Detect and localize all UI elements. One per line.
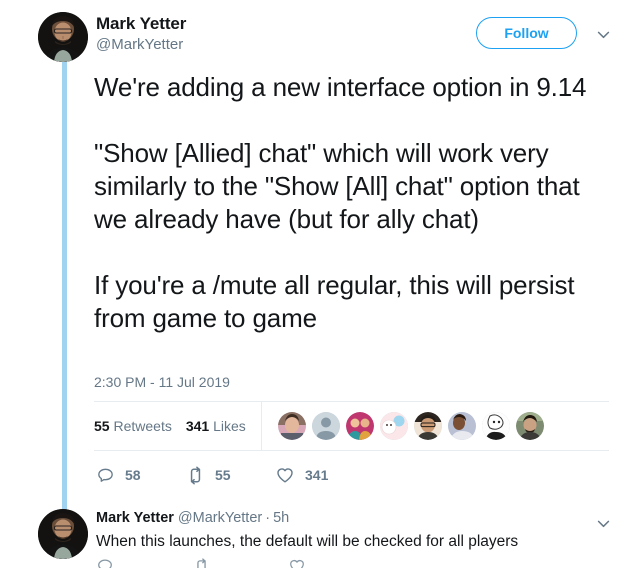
- reply-tweet: Mark Yetter @MarkYetter · 5h When this laun…: [0, 497, 633, 568]
- reply-author-line: Mark Yetter @MarkYetter · 5h: [96, 509, 289, 528]
- reply-relative-time: 5h: [273, 510, 290, 526]
- facepile-avatar[interactable]: [482, 412, 510, 440]
- reply-bubble-icon: [94, 464, 116, 486]
- reply-button[interactable]: 58: [94, 464, 184, 486]
- facepile-avatar[interactable]: [448, 412, 476, 440]
- tweet-detail-page: Mark Yetter @MarkYetter Follow We're add…: [0, 0, 633, 568]
- reply-chevron-down-icon[interactable]: [591, 511, 615, 535]
- reply-chevron-down-glyph: [597, 520, 609, 527]
- avatar-image: [38, 12, 88, 62]
- avatar[interactable]: [38, 12, 88, 62]
- facepile-avatar[interactable]: [380, 412, 408, 440]
- retweet-icon: [184, 464, 206, 486]
- reply-display-name: Mark Yetter: [96, 510, 174, 526]
- reply-avatar[interactable]: [38, 509, 88, 559]
- like-button[interactable]: 341: [274, 464, 364, 486]
- reply-retweet-button[interactable]: [192, 557, 288, 568]
- retweet-button[interactable]: 55: [184, 464, 274, 486]
- author-handle: @MarkYetter: [96, 36, 184, 53]
- facepile-avatar[interactable]: [278, 412, 306, 440]
- reply-like-button[interactable]: [288, 557, 384, 568]
- reply-bubble-icon: [98, 559, 112, 568]
- retweet-count: 55: [215, 467, 231, 483]
- follow-button[interactable]: Follow: [476, 17, 577, 49]
- likes-label: Likes: [213, 418, 246, 434]
- reply-separator-dot: ·: [265, 510, 271, 526]
- heart-icon: [290, 559, 304, 568]
- facepile-avatar[interactable]: [346, 412, 374, 440]
- facepile-avatar[interactable]: [312, 412, 340, 440]
- tweet-action-bar: 58 55 341: [94, 458, 494, 492]
- retweets-stat[interactable]: 55 Retweets: [94, 418, 172, 434]
- tweet-header: Mark Yetter @MarkYetter Follow: [0, 0, 633, 62]
- engagement-facepile: [262, 412, 544, 440]
- author-name-block: Mark Yetter @MarkYetter: [96, 13, 186, 55]
- chevron-down-icon[interactable]: [591, 22, 615, 46]
- tweet-stats-row: 55 Retweets 341 Likes: [94, 401, 609, 451]
- facepile-avatar[interactable]: [516, 412, 544, 440]
- thread-connector-line: [62, 60, 67, 512]
- reply-count: 58: [125, 467, 141, 483]
- chevron-down-glyph: [597, 31, 609, 38]
- likes-count: 341: [185, 418, 210, 434]
- author-display-name: Mark Yetter: [96, 14, 187, 33]
- tweet-body-text: We're adding a new interface option in 9…: [94, 72, 587, 333]
- retweet-icon: [197, 558, 206, 568]
- reply-handle: @MarkYetter: [177, 510, 263, 526]
- reply-body-text: When this launches, the default will be …: [96, 533, 519, 550]
- tweet-timestamp: 2:30 PM - 11 Jul 2019: [94, 374, 230, 390]
- like-count: 341: [305, 467, 329, 483]
- likes-stat[interactable]: 341 Likes: [186, 418, 246, 434]
- reply-reply-button[interactable]: [96, 557, 192, 568]
- retweets-count: 55: [94, 418, 110, 434]
- heart-icon: [274, 464, 296, 486]
- reply-action-bar: [96, 557, 416, 568]
- retweets-label: Retweets: [113, 418, 172, 434]
- stats-counts: 55 Retweets 341 Likes: [94, 402, 262, 450]
- reply-avatar-image: [38, 509, 88, 559]
- main-tweet: Mark Yetter @MarkYetter Follow We're add…: [0, 0, 633, 484]
- facepile-avatar[interactable]: [414, 412, 442, 440]
